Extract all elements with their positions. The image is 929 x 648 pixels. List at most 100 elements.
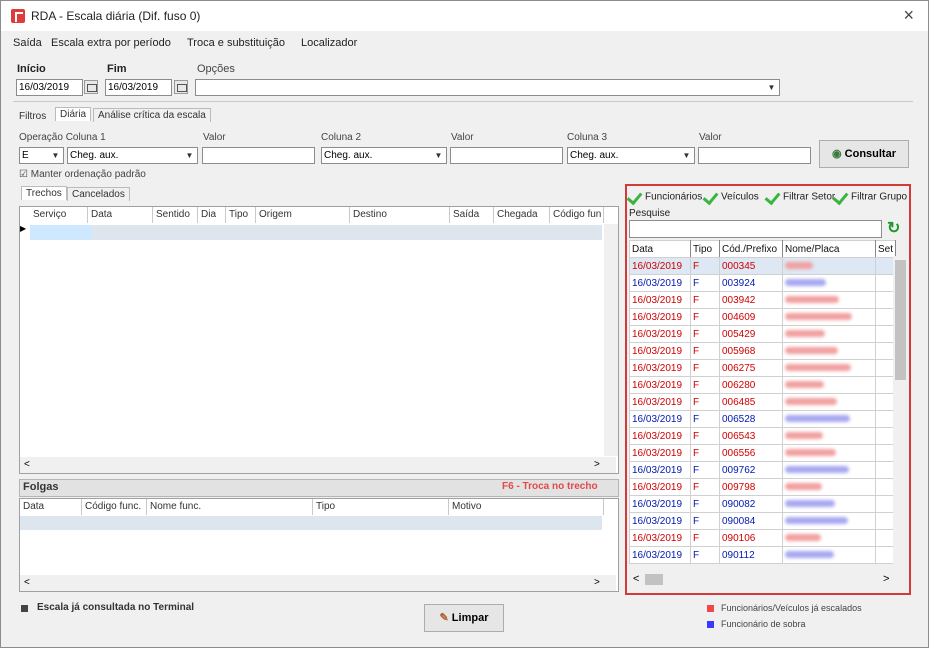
vertical-scrollbar[interactable] bbox=[604, 224, 618, 456]
col3-select[interactable]: Cheg. aux. ▼ bbox=[567, 147, 695, 164]
valor2-input[interactable] bbox=[450, 147, 563, 164]
table-row[interactable]: 16/03/2019 F 006528 bbox=[629, 410, 897, 428]
col-tipo[interactable]: Tipo bbox=[690, 240, 720, 258]
tab-filtros[interactable]: Filtros bbox=[15, 110, 50, 123]
col-nome-placa[interactable]: Nome/Placa bbox=[782, 240, 876, 258]
tab-diaria[interactable]: Diária bbox=[55, 107, 92, 121]
col-chegada[interactable]: Chegada bbox=[494, 207, 550, 223]
redacted-name bbox=[785, 432, 823, 440]
folgas-header: Folgas F6 - Troca no trecho bbox=[19, 479, 619, 497]
menu-localizador[interactable]: Localizador bbox=[301, 37, 357, 49]
cell-nome-blurred bbox=[782, 495, 876, 513]
valor3-input[interactable] bbox=[698, 147, 811, 164]
col-set[interactable]: Set bbox=[874, 240, 897, 258]
inicio-calendar-icon[interactable] bbox=[84, 80, 98, 94]
check-icon bbox=[703, 190, 721, 204]
cell-data: 16/03/2019 bbox=[629, 461, 691, 479]
table-row[interactable]: 16/03/2019 F 006485 bbox=[629, 393, 897, 411]
col-origem[interactable]: Origem bbox=[256, 207, 350, 223]
scroll-thumb[interactable] bbox=[895, 260, 906, 380]
redacted-name bbox=[785, 517, 848, 525]
tab-trechos[interactable]: Trechos bbox=[21, 186, 67, 200]
table-row[interactable]: 16/03/2019 F 006275 bbox=[629, 359, 897, 377]
col-data[interactable]: Data bbox=[88, 207, 153, 223]
menu-saida[interactable]: Saída bbox=[13, 37, 42, 49]
blue-legend: Funcionário de sobra bbox=[721, 619, 806, 629]
limpar-button[interactable]: ✎ Limpar bbox=[424, 604, 504, 632]
cell-cod: 005429 bbox=[719, 325, 783, 343]
col-cod-prefixo[interactable]: Cód./Prefixo bbox=[719, 240, 783, 258]
table-row[interactable]: 16/03/2019 F 090084 bbox=[629, 512, 897, 530]
col-dia[interactable]: Dia bbox=[198, 207, 226, 223]
col-motivo[interactable]: Motivo bbox=[449, 499, 604, 515]
filtrar-setor-checkbox[interactable]: Filtrar Setor bbox=[765, 190, 835, 204]
table-row[interactable]: 16/03/2019 F 005968 bbox=[629, 342, 897, 360]
table-row[interactable]: 16/03/2019 F 003924 bbox=[629, 274, 897, 292]
table-row[interactable]: 16/03/2019 F 090106 bbox=[629, 529, 897, 547]
menu-escala-extra[interactable]: Escala extra por período bbox=[51, 37, 171, 49]
cell-tipo: F bbox=[690, 461, 720, 479]
col-servico[interactable]: Serviço bbox=[30, 207, 88, 223]
col1-select[interactable]: Cheg. aux. ▼ bbox=[67, 147, 198, 164]
filtrar-grupo-checkbox[interactable]: Filtrar Grupo bbox=[833, 190, 907, 204]
fim-date-field[interactable]: 16/03/2019 bbox=[105, 79, 172, 96]
selected-cell[interactable] bbox=[30, 225, 92, 240]
table-row[interactable]: 16/03/2019 F 006543 bbox=[629, 427, 897, 445]
scroll-thumb[interactable] bbox=[645, 574, 663, 585]
manter-checkbox[interactable]: ☑ Manter ordenação padrão bbox=[19, 169, 146, 180]
table-row[interactable]: 16/03/2019 F 006280 bbox=[629, 376, 897, 394]
title-bar: RDA - Escala diária (Dif. fuso 0) × bbox=[1, 1, 928, 31]
fim-calendar-icon[interactable] bbox=[174, 80, 188, 94]
table-row[interactable]: 16/03/2019 F 090112 bbox=[629, 546, 897, 564]
col-nome-func[interactable]: Nome func. bbox=[147, 499, 313, 515]
vertical-scrollbar[interactable] bbox=[893, 256, 908, 570]
consultar-button[interactable]: ◉ Consultar bbox=[819, 140, 909, 168]
redacted-name bbox=[785, 500, 835, 508]
col-tipo[interactable]: Tipo bbox=[226, 207, 256, 223]
close-button[interactable]: × bbox=[903, 5, 914, 26]
trechos-grid[interactable]: Serviço Data Sentido Dia Tipo Origem Des… bbox=[19, 206, 619, 474]
table-row[interactable] bbox=[20, 516, 602, 530]
col-data[interactable]: Data bbox=[20, 499, 82, 515]
cell-data: 16/03/2019 bbox=[629, 427, 691, 445]
table-row[interactable]: 16/03/2019 F 006556 bbox=[629, 444, 897, 462]
cell-nome-blurred bbox=[782, 342, 876, 360]
col-destino[interactable]: Destino bbox=[350, 207, 450, 223]
funcionarios-checkbox[interactable]: Funcionários bbox=[627, 190, 702, 204]
col-tipo[interactable]: Tipo bbox=[313, 499, 449, 515]
horizontal-scrollbar[interactable]: < > bbox=[20, 457, 616, 473]
escala-table[interactable]: Data Tipo Cód./Prefixo Nome/Placa Set 16… bbox=[629, 240, 897, 564]
operacao-select[interactable]: E ▼ bbox=[19, 147, 64, 164]
menu-troca[interactable]: Troca e substituição bbox=[187, 37, 285, 49]
cell-tipo: F bbox=[690, 376, 720, 394]
folgas-grid[interactable]: Data Código func. Nome func. Tipo Motivo… bbox=[19, 498, 619, 592]
table-row[interactable]: 16/03/2019 F 000345 bbox=[629, 257, 897, 275]
veiculos-checkbox[interactable]: Veículos bbox=[703, 190, 759, 204]
horizontal-scrollbar[interactable]: < > bbox=[20, 575, 616, 591]
opcoes-select[interactable]: ▼ bbox=[195, 79, 780, 96]
table-row[interactable]: 16/03/2019 F 003942 bbox=[629, 291, 897, 309]
table-row[interactable]: 16/03/2019 F 004609 bbox=[629, 308, 897, 326]
table-row[interactable]: 16/03/2019 F 090082 bbox=[629, 495, 897, 513]
col2-select[interactable]: Cheg. aux. ▼ bbox=[321, 147, 447, 164]
col-codigo-func[interactable]: Código func. bbox=[82, 499, 147, 515]
valor1-input[interactable] bbox=[202, 147, 315, 164]
table-row[interactable]: 16/03/2019 F 009762 bbox=[629, 461, 897, 479]
cell-cod: 006485 bbox=[719, 393, 783, 411]
col-sentido[interactable]: Sentido bbox=[153, 207, 198, 223]
tab-cancelados[interactable]: Cancelados bbox=[67, 187, 130, 201]
table-row[interactable] bbox=[92, 225, 602, 240]
inicio-date-field[interactable]: 16/03/2019 bbox=[16, 79, 83, 96]
valor1-label: Valor bbox=[203, 132, 226, 143]
col-codigo-fun[interactable]: Código fun bbox=[550, 207, 604, 223]
pesquise-input[interactable] bbox=[629, 220, 882, 238]
col-data[interactable]: Data bbox=[629, 240, 691, 258]
refresh-icon[interactable]: ↻ bbox=[887, 220, 905, 238]
redacted-name bbox=[785, 381, 824, 389]
col-saida[interactable]: Saída bbox=[450, 207, 494, 223]
chevron-down-icon: ▼ bbox=[767, 83, 776, 92]
table-row[interactable]: 16/03/2019 F 005429 bbox=[629, 325, 897, 343]
horizontal-scrollbar[interactable]: < > bbox=[629, 571, 909, 589]
table-row[interactable]: 16/03/2019 F 009798 bbox=[629, 478, 897, 496]
tab-analise[interactable]: Análise crítica da escala bbox=[93, 108, 211, 122]
